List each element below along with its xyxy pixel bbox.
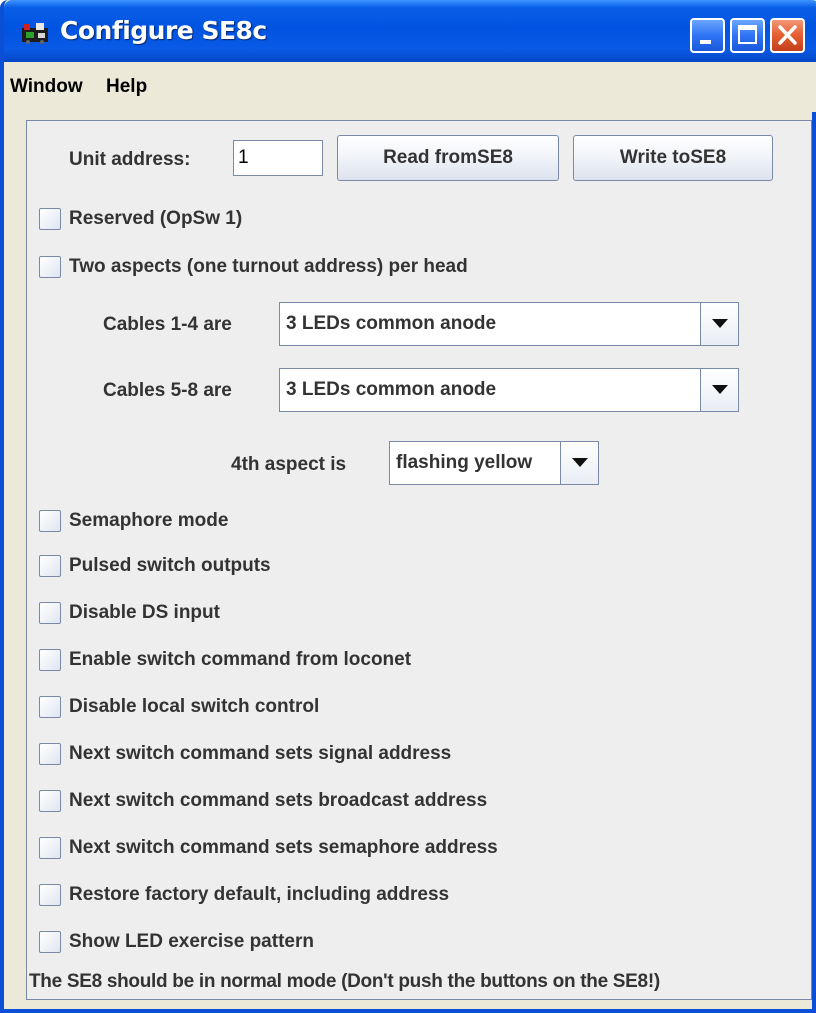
fourth-aspect-select[interactable]: flashing yellow: [389, 441, 599, 485]
write-to-se8-button[interactable]: Write toSE8: [573, 135, 773, 181]
cables-1-4-value: 3 LEDs common anode: [286, 313, 497, 334]
factory-default-checkbox-row[interactable]: Restore factory default, including addre…: [39, 880, 449, 910]
fourth-aspect-value: flashing yellow: [396, 452, 533, 473]
signal-address-checkbox-row[interactable]: Next switch command sets signal address: [39, 739, 451, 769]
menu-window[interactable]: Window: [10, 76, 83, 98]
semaphore-address-label: Next switch command sets semaphore addre…: [69, 837, 498, 858]
enable-loconet-checkbox-row[interactable]: Enable switch command from loconet: [39, 645, 411, 675]
pulsed-outputs-label: Pulsed switch outputs: [69, 555, 271, 576]
led-exercise-checkbox-row[interactable]: Show LED exercise pattern: [39, 927, 314, 957]
reserved-opsw1-checkbox-row[interactable]: Reserved (OpSw 1): [39, 204, 242, 234]
broadcast-address-checkbox-row[interactable]: Next switch command sets broadcast addre…: [39, 786, 487, 816]
enable-loconet-label: Enable switch command from loconet: [69, 649, 412, 670]
chevron-down-icon: [712, 319, 728, 328]
factory-default-label: Restore factory default, including addre…: [69, 884, 450, 905]
minimize-button[interactable]: [690, 18, 725, 53]
semaphore-address-checkbox-row[interactable]: Next switch command sets semaphore addre…: [39, 833, 498, 863]
semaphore-mode-checkbox-row[interactable]: Semaphore mode: [39, 506, 228, 536]
factory-default-checkbox[interactable]: [39, 884, 61, 906]
broadcast-address-checkbox[interactable]: [39, 790, 61, 812]
semaphore-mode-checkbox[interactable]: [39, 510, 61, 532]
disable-local-control-checkbox[interactable]: [39, 696, 61, 718]
normal-mode-note: The SE8 should be in normal mode (Don't …: [29, 971, 660, 992]
two-aspects-checkbox-row[interactable]: Two aspects (one turnout address) per he…: [39, 252, 468, 282]
unit-address-label: Unit address:: [69, 149, 191, 170]
close-icon: [778, 25, 797, 45]
cables-1-4-dropdown-arrow[interactable]: [700, 303, 738, 345]
cables-5-8-dropdown-arrow[interactable]: [700, 369, 738, 411]
pulsed-outputs-checkbox[interactable]: [39, 555, 61, 577]
settings-panel: Unit address: Read fromSE8 Write toSE8 R…: [26, 120, 812, 1000]
window-title: Configure SE8c: [60, 16, 267, 45]
cables-5-8-select[interactable]: 3 LEDs common anode: [279, 368, 739, 412]
disable-ds-input-checkbox[interactable]: [39, 602, 61, 624]
reserved-opsw1-label: Reserved (OpSw 1): [69, 208, 243, 229]
signal-address-label: Next switch command sets signal address: [69, 743, 452, 764]
cables-1-4-label: Cables 1-4 are: [103, 314, 232, 335]
signal-address-checkbox[interactable]: [39, 743, 61, 765]
menu-help[interactable]: Help: [106, 76, 147, 98]
reserved-opsw1-checkbox[interactable]: [39, 208, 61, 230]
disable-local-control-checkbox-row[interactable]: Disable local switch control: [39, 692, 319, 722]
fourth-aspect-label: 4th aspect is: [231, 454, 347, 475]
configure-window: Configure SE8c Window Help Unit address:…: [0, 0, 816, 1013]
cables-1-4-select[interactable]: 3 LEDs common anode: [279, 302, 739, 346]
disable-ds-input-label: Disable DS input: [69, 602, 220, 623]
broadcast-address-label: Next switch command sets broadcast addre…: [69, 790, 488, 811]
cables-5-8-value: 3 LEDs common anode: [286, 379, 497, 400]
read-from-se8-button[interactable]: Read fromSE8: [337, 135, 559, 181]
maximize-icon: [738, 25, 757, 44]
menu-bar: Window Help: [8, 62, 816, 112]
disable-ds-input-checkbox-row[interactable]: Disable DS input: [39, 598, 220, 628]
unit-address-input[interactable]: [233, 140, 323, 176]
two-aspects-label: Two aspects (one turnout address) per he…: [69, 256, 468, 277]
chevron-down-icon: [712, 385, 728, 394]
two-aspects-checkbox[interactable]: [39, 256, 61, 278]
maximize-button[interactable]: [730, 18, 765, 53]
cables-5-8-label: Cables 5-8 are: [103, 380, 232, 401]
enable-loconet-checkbox[interactable]: [39, 649, 61, 671]
semaphore-address-checkbox[interactable]: [39, 837, 61, 859]
title-bar[interactable]: Configure SE8c: [4, 0, 816, 62]
led-exercise-checkbox[interactable]: [39, 931, 61, 953]
fourth-aspect-dropdown-arrow[interactable]: [560, 442, 598, 484]
minimize-icon: [700, 40, 711, 44]
disable-local-control-label: Disable local switch control: [69, 696, 320, 717]
chevron-down-icon: [572, 458, 588, 467]
led-exercise-label: Show LED exercise pattern: [69, 931, 314, 952]
close-button[interactable]: [770, 18, 805, 53]
pulsed-outputs-checkbox-row[interactable]: Pulsed switch outputs: [39, 551, 271, 581]
semaphore-mode-label: Semaphore mode: [69, 510, 229, 531]
app-icon: [22, 22, 50, 44]
